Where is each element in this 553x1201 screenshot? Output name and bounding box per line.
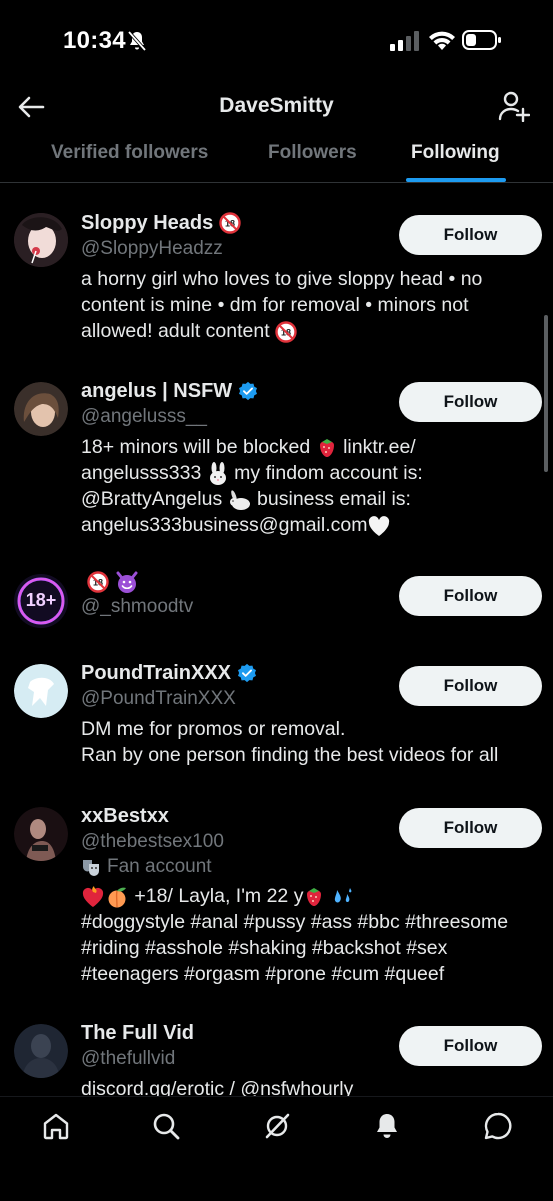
theater-masks-icon <box>83 859 99 876</box>
sweat-droplets-icon <box>334 887 352 903</box>
bell-off-icon <box>127 30 147 52</box>
rabbit-face-icon <box>209 461 226 485</box>
add-user-icon[interactable] <box>498 90 530 122</box>
smiling-devil-icon <box>116 571 138 593</box>
notifications-icon[interactable] <box>372 1111 402 1141</box>
adult-18-icon: 18 <box>275 321 297 343</box>
verified-badge-icon <box>239 381 258 401</box>
cell-signal-icon <box>390 31 419 51</box>
avatar[interactable] <box>14 664 68 718</box>
peach-icon <box>108 887 126 908</box>
user-bio: +18/ Layla, I'm 22 y #doggystyle #anal #… <box>81 885 509 985</box>
grok-icon[interactable] <box>262 1111 292 1141</box>
adult-18-icon: 18 <box>87 571 109 593</box>
user-name: Sloppy Heads <box>81 212 214 234</box>
status-bar: 10:34 <box>0 0 553 80</box>
follow-button[interactable]: Follow <box>399 666 542 706</box>
heart-on-fire-icon <box>82 885 104 907</box>
top-bar: DaveSmitty <box>0 80 553 136</box>
tab-followers[interactable]: Followers <box>268 142 357 164</box>
status-time: 10:34 <box>63 27 126 54</box>
follow-button[interactable]: Follow <box>399 382 542 422</box>
search-icon[interactable] <box>151 1111 181 1141</box>
strawberry-icon <box>307 887 322 906</box>
avatar[interactable] <box>14 1024 68 1078</box>
user-name: angelus | NSFW <box>81 380 233 402</box>
user-name: PoundTrainXXX <box>81 662 232 684</box>
verified-badge-icon <box>238 663 257 683</box>
white-heart-icon <box>369 515 390 536</box>
follow-button[interactable]: Follow <box>399 808 542 848</box>
user-row[interactable]: angelus | NSFW @angelusss__ 18+ minors w… <box>0 378 553 548</box>
battery-icon <box>462 30 501 50</box>
avatar[interactable] <box>14 807 68 861</box>
avatar[interactable] <box>14 382 68 436</box>
user-row[interactable]: 18+ 18 @_shmoodtv Follow <box>0 570 553 650</box>
follow-button[interactable]: Follow <box>399 576 542 616</box>
user-row[interactable]: PoundTrainXXX @PoundTrainXXX DM me for p… <box>0 660 553 780</box>
rabbit-icon <box>229 490 250 510</box>
strawberry-icon <box>319 438 334 457</box>
bottom-nav <box>0 1096 553 1201</box>
user-bio: 18+ minors will be blocked linktr.ee/ an… <box>81 436 423 536</box>
avatar-label: 18+ <box>25 590 57 610</box>
follow-button[interactable]: Follow <box>399 215 542 255</box>
scrollbar[interactable] <box>544 315 548 472</box>
account-label: Fan account <box>81 854 531 879</box>
user-name: xxBestxx <box>81 805 169 827</box>
account-label-text: Fan account <box>107 856 212 877</box>
user-row[interactable]: xxBestxx @thebestsex100 Fan account +18/… <box>0 803 553 993</box>
adult-18-icon: 18 <box>219 212 241 234</box>
user-row[interactable]: The Full Vid @thefullvid discord.gg/erot… <box>0 1020 553 1096</box>
messages-icon[interactable] <box>483 1111 513 1141</box>
avatar[interactable]: 18+ <box>14 574 68 628</box>
user-name: The Full Vid <box>81 1022 194 1044</box>
avatar[interactable] <box>14 213 68 267</box>
user-bio: DM me for promos or removal. Ran by one … <box>81 718 499 766</box>
user-bio: discord.gg/erotic / @nsfwhourly <box>81 1078 354 1096</box>
wifi-icon <box>429 31 455 50</box>
follow-button[interactable]: Follow <box>399 1026 542 1066</box>
tab-following[interactable]: Following <box>411 142 500 164</box>
user-bio: a horny girl who loves to give sloppy he… <box>81 268 483 343</box>
tab-verified-followers[interactable]: Verified followers <box>51 142 208 164</box>
page-title: DaveSmitty <box>219 94 334 117</box>
active-tab-indicator <box>406 178 506 182</box>
home-icon[interactable] <box>41 1111 71 1141</box>
tab-bar: Verified followers Followers Following <box>0 136 553 183</box>
user-row[interactable]: Sloppy Heads 18 @SloppyHeadzz a horny gi… <box>0 210 553 370</box>
